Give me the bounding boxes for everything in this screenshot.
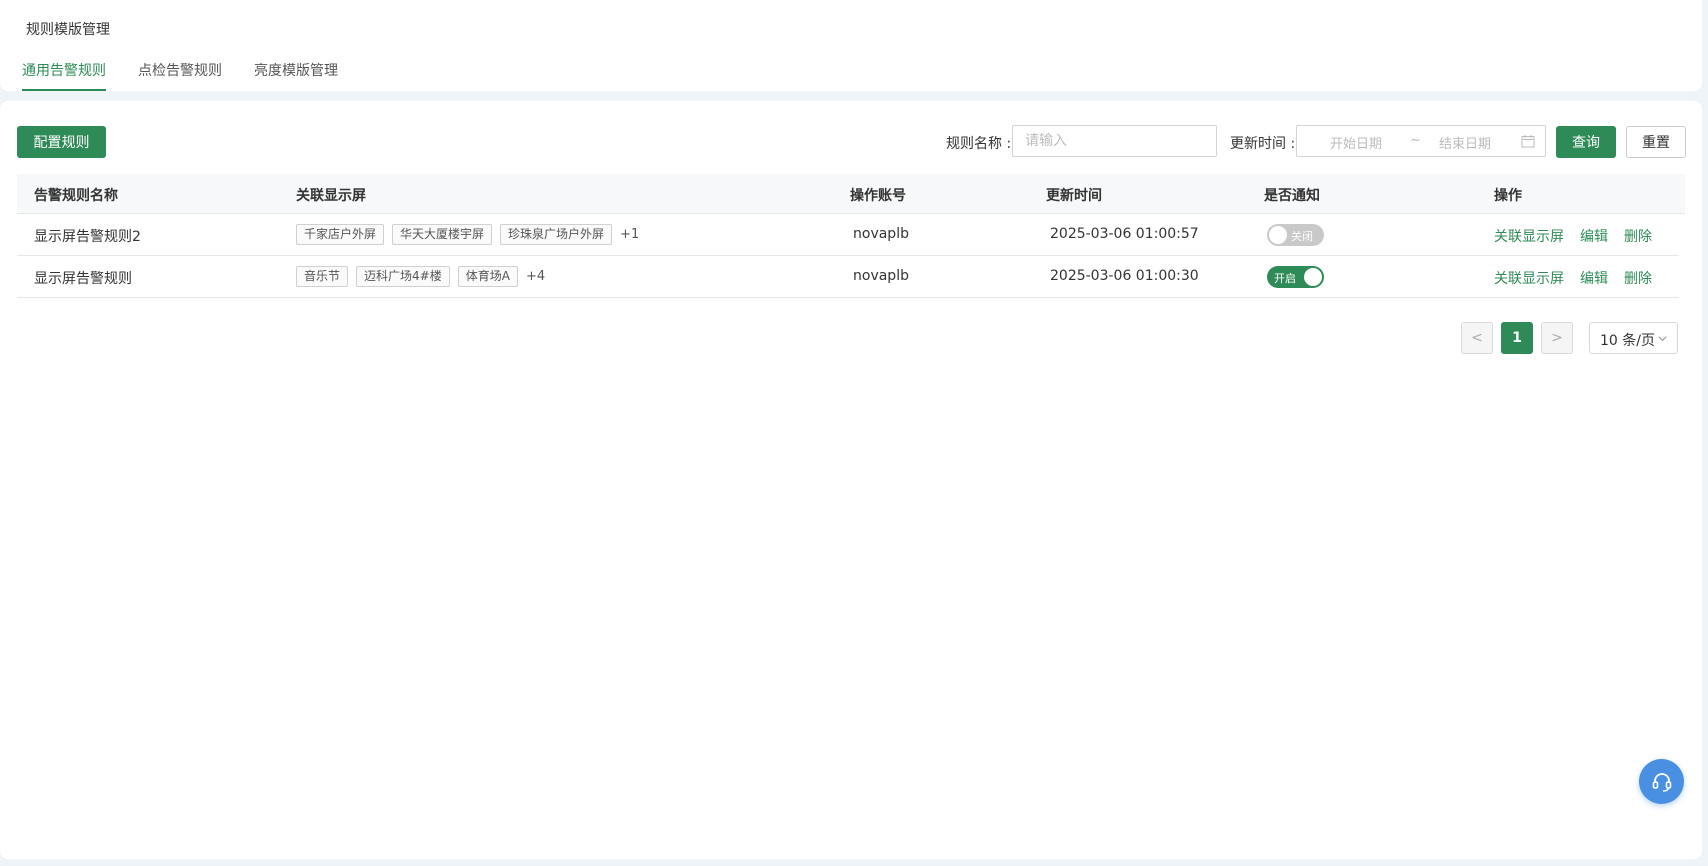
calendar-icon: [1521, 135, 1535, 148]
tab-general-alarm-rules[interactable]: 通用告警规则: [22, 60, 106, 91]
column-header-actions: 操作: [1494, 188, 1522, 204]
notify-toggle[interactable]: 关闭: [1267, 224, 1324, 246]
page-1-button[interactable]: 1: [1501, 322, 1533, 354]
table-header: 告警规则名称 关联显示屏 操作账号 更新时间 是否通知 操作: [17, 174, 1685, 214]
table-row: 显示屏告警规则2 千家店户外屏 华天大厦楼宇屏 珍珠泉广场户外屏 +1 nova…: [17, 214, 1679, 256]
edit-action[interactable]: 编辑: [1580, 226, 1608, 246]
link-screens-action[interactable]: 关联显示屏: [1494, 268, 1564, 288]
main-card: 配置规则 规则名称 : 更新时间 : 开始日期 ~ 结束日期 查询 重置 告警规…: [0, 101, 1702, 859]
screen-tags: 音乐节 迈科广场4#楼 体育场A +4: [296, 266, 545, 287]
page-size-select[interactable]: 10 条/页: [1589, 322, 1678, 354]
column-header-notify: 是否通知: [1264, 188, 1320, 204]
toggle-knob: [1304, 268, 1322, 286]
rule-name-input[interactable]: [1012, 125, 1217, 157]
column-header-account: 操作账号: [850, 188, 906, 204]
rule-name-cell: 显示屏告警规则: [34, 271, 132, 287]
toggle-knob: [1269, 226, 1287, 244]
link-screens-action[interactable]: 关联显示屏: [1494, 226, 1564, 246]
screen-tag: 华天大厦楼宇屏: [392, 224, 493, 245]
updated-cell: 2025-03-06 01:00:57: [1050, 226, 1199, 242]
end-date-input[interactable]: 结束日期: [1439, 133, 1491, 152]
page-title: 规则模版管理: [26, 22, 110, 38]
prev-page-button[interactable]: <: [1461, 322, 1493, 354]
rule-name-cell: 显示屏告警规则2: [34, 229, 141, 245]
column-header-updated: 更新时间: [1046, 188, 1102, 204]
rules-table: 告警规则名称 关联显示屏 操作账号 更新时间 是否通知 操作 显示屏告警规则2 …: [17, 174, 1685, 298]
table-row: 显示屏告警规则 音乐节 迈科广场4#楼 体育场A +4 novaplb 2025…: [17, 256, 1679, 298]
date-range-picker[interactable]: 开始日期 ~ 结束日期: [1296, 125, 1546, 157]
updated-cell: 2025-03-06 01:00:30: [1050, 268, 1199, 284]
query-button[interactable]: 查询: [1556, 126, 1616, 158]
notify-toggle[interactable]: 开启: [1267, 266, 1324, 288]
screen-tags-more[interactable]: +4: [526, 269, 545, 284]
column-header-screens: 关联显示屏: [296, 188, 366, 204]
account-cell: novaplb: [853, 226, 909, 242]
screen-tags-more[interactable]: +1: [620, 227, 639, 242]
start-date-input[interactable]: 开始日期: [1330, 133, 1382, 152]
tab-bar: 通用告警规则 点检告警规则 亮度模版管理: [22, 60, 370, 91]
page-size-value: 10 条/页: [1600, 333, 1655, 349]
rule-name-label: 规则名称 :: [946, 136, 1012, 152]
toggle-label: 关闭: [1291, 230, 1313, 243]
delete-action[interactable]: 删除: [1624, 226, 1652, 246]
toggle-label: 开启: [1274, 272, 1296, 285]
next-page-button[interactable]: >: [1541, 322, 1573, 354]
date-range-separator: ~: [1410, 133, 1421, 148]
screen-tag: 迈科广场4#楼: [356, 266, 450, 287]
tab-brightness-templates[interactable]: 亮度模版管理: [254, 60, 338, 91]
update-time-label: 更新时间 :: [1230, 136, 1296, 152]
header-card: 规则模版管理 通用告警规则 点检告警规则 亮度模版管理: [0, 0, 1702, 91]
edit-action[interactable]: 编辑: [1580, 268, 1608, 288]
column-header-rule-name: 告警规则名称: [34, 188, 118, 204]
support-chat-button[interactable]: [1639, 759, 1684, 804]
screen-tag: 珍珠泉广场户外屏: [500, 224, 613, 245]
reset-button[interactable]: 重置: [1626, 126, 1686, 158]
delete-action[interactable]: 删除: [1624, 268, 1652, 288]
screen-tags: 千家店户外屏 华天大厦楼宇屏 珍珠泉广场户外屏 +1: [296, 224, 639, 245]
screen-tag: 体育场A: [457, 266, 518, 287]
config-rule-button[interactable]: 配置规则: [17, 126, 106, 158]
headset-icon: [1652, 772, 1671, 792]
screen-tag: 千家店户外屏: [296, 224, 385, 245]
tab-inspection-alarm-rules[interactable]: 点检告警规则: [138, 60, 222, 91]
account-cell: novaplb: [853, 268, 909, 284]
chevron-down-icon: [1658, 336, 1667, 342]
screen-tag: 音乐节: [296, 266, 349, 287]
